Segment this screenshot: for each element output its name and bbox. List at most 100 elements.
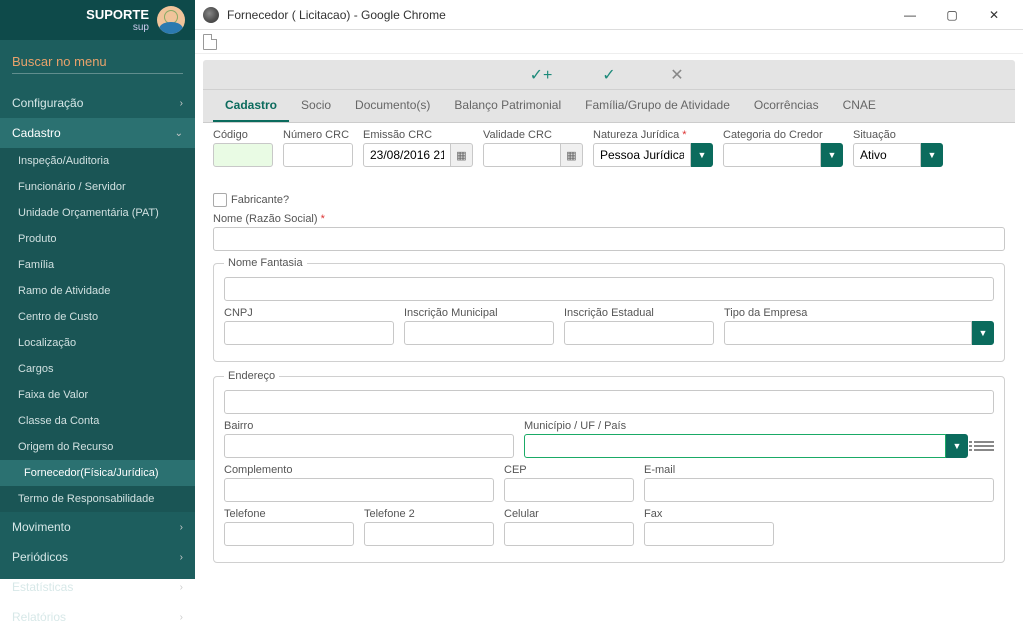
group-endereco: Endereço Bairro Município / UF / País ▼ <box>213 370 1005 563</box>
tipo-empresa-label: Tipo da Empresa <box>724 307 994 319</box>
dropdown-icon[interactable]: ▼ <box>821 143 843 167</box>
menu-search <box>0 40 195 88</box>
menu-movimento[interactable]: Movimento › <box>0 512 195 542</box>
menu-cadastro[interactable]: Cadastro ⌄ <box>0 118 195 148</box>
sidebar-item[interactable]: Funcionário / Servidor <box>0 174 195 200</box>
chevron-right-icon: › <box>180 552 183 563</box>
sidebar-item[interactable]: Faixa de Valor <box>0 382 195 408</box>
numero-crc-input[interactable] <box>283 143 353 167</box>
chevron-right-icon: › <box>180 612 183 623</box>
group-empresa: Nome Fantasia CNPJ Inscrição Municipal I… <box>213 257 1005 362</box>
menu-label: Estatísticas <box>12 580 73 594</box>
chevron-right-icon: › <box>180 98 183 109</box>
celular-input[interactable] <box>504 522 634 546</box>
maximize-button[interactable]: ▢ <box>931 1 973 29</box>
sidebar-item[interactable]: Unidade Orçamentária (PAT) <box>0 200 195 226</box>
insc-municipal-label: Inscrição Municipal <box>404 307 554 319</box>
emissao-crc-label: Emissão CRC <box>363 129 473 141</box>
tipo-empresa-select[interactable] <box>724 321 972 345</box>
chevron-down-icon: ⌄ <box>175 128 183 139</box>
insc-estadual-input[interactable] <box>564 321 714 345</box>
numero-crc-label: Número CRC <box>283 129 353 141</box>
codigo-input[interactable] <box>213 143 273 167</box>
insc-municipal-input[interactable] <box>404 321 554 345</box>
minimize-button[interactable]: — <box>889 1 931 29</box>
sidebar-item[interactable]: Ramo de Atividade <box>0 278 195 304</box>
fax-input[interactable] <box>644 522 774 546</box>
close-button[interactable]: ✕ <box>973 1 1015 29</box>
menu-label: Relatórios <box>12 610 66 624</box>
main-window: Fornecedor ( Licitacao) - Google Chrome … <box>195 0 1023 579</box>
menu-label: Periódicos <box>12 550 68 564</box>
sidebar-item[interactable]: Produto <box>0 226 195 252</box>
endereco-legend: Endereço <box>224 370 279 382</box>
sidebar-item[interactable]: Cargos <box>0 356 195 382</box>
tab[interactable]: CNAE <box>831 90 888 122</box>
menu-label: Configuração <box>12 96 83 110</box>
sidebar-item[interactable]: Classe da Conta <box>0 408 195 434</box>
window-titlebar: Fornecedor ( Licitacao) - Google Chrome … <box>195 0 1023 30</box>
window-title: Fornecedor ( Licitacao) - Google Chrome <box>227 8 881 22</box>
celular-label: Celular <box>504 508 634 520</box>
tab[interactable]: Cadastro <box>213 90 289 122</box>
calendar-icon[interactable]: ▦ <box>451 143 473 167</box>
nome-input[interactable] <box>213 227 1005 251</box>
sidebar-item[interactable]: Origem do Recurso <box>0 434 195 460</box>
tab[interactable]: Balanço Patrimonial <box>442 90 573 122</box>
save-add-icon[interactable]: ✓+ <box>527 65 555 85</box>
endereco-input[interactable] <box>224 390 994 414</box>
calendar-icon[interactable]: ▦ <box>561 143 583 167</box>
tab[interactable]: Socio <box>289 90 343 122</box>
sidebar-item[interactable]: Família <box>0 252 195 278</box>
dropdown-icon[interactable]: ▼ <box>946 434 968 458</box>
menu-periodicos[interactable]: Periódicos › <box>0 542 195 572</box>
municipio-select[interactable] <box>524 434 946 458</box>
telefone2-label: Telefone 2 <box>364 508 494 520</box>
telefone-input[interactable] <box>224 522 354 546</box>
natureza-select[interactable] <box>593 143 691 167</box>
dropdown-icon[interactable]: ▼ <box>972 321 994 345</box>
telefone2-input[interactable] <box>364 522 494 546</box>
telefone-label: Telefone <box>224 508 354 520</box>
categoria-select[interactable] <box>723 143 821 167</box>
sidebar-item[interactable]: Termo de Responsabilidade <box>0 486 195 512</box>
cep-label: CEP <box>504 464 634 476</box>
dropdown-icon[interactable]: ▼ <box>921 143 943 167</box>
app-icon <box>203 7 219 23</box>
fabricante-checkbox[interactable] <box>213 193 227 207</box>
dropdown-icon[interactable]: ▼ <box>691 143 713 167</box>
email-input[interactable] <box>644 478 994 502</box>
list-icon[interactable] <box>974 441 994 451</box>
emissao-crc-input[interactable] <box>363 143 451 167</box>
avatar[interactable] <box>157 6 185 34</box>
menu-estatisticas[interactable]: Estatísticas › <box>0 572 195 602</box>
cnpj-input[interactable] <box>224 321 394 345</box>
bairro-input[interactable] <box>224 434 514 458</box>
fax-label: Fax <box>644 508 774 520</box>
sidebar-item[interactable]: Inspeção/Auditoria <box>0 148 195 174</box>
categoria-label: Categoria do Credor <box>723 129 843 141</box>
bairro-label: Bairro <box>224 420 514 432</box>
save-icon[interactable]: ✓ <box>595 65 623 85</box>
tab[interactable]: Ocorrências <box>742 90 831 122</box>
tab[interactable]: Documento(s) <box>343 90 442 122</box>
nome-fantasia-input[interactable] <box>224 277 994 301</box>
chevron-right-icon: › <box>180 522 183 533</box>
user-sub: sup <box>86 22 149 33</box>
complemento-input[interactable] <box>224 478 494 502</box>
submenu-cadastro: Inspeção/AuditoriaFuncionário / Servidor… <box>0 148 195 512</box>
sidebar-item[interactable]: Localização <box>0 330 195 356</box>
menu-configuracao[interactable]: Configuração › <box>0 88 195 118</box>
search-input[interactable] <box>12 50 183 74</box>
sidebar-item[interactable]: Centro de Custo <box>0 304 195 330</box>
tab[interactable]: Família/Grupo de Atividade <box>573 90 742 122</box>
sidebar-header: SUPORTE sup <box>0 0 195 40</box>
page-icon <box>203 34 217 50</box>
menu-relatorios[interactable]: Relatórios › <box>0 602 195 632</box>
tabs: CadastroSocioDocumento(s)Balanço Patrimo… <box>203 90 1015 123</box>
sidebar-item[interactable]: Fornecedor(Física/Jurídica) <box>0 460 195 486</box>
close-icon[interactable]: ✕ <box>663 65 691 85</box>
cep-input[interactable] <box>504 478 634 502</box>
validade-crc-input[interactable] <box>483 143 561 167</box>
situacao-select[interactable] <box>853 143 921 167</box>
